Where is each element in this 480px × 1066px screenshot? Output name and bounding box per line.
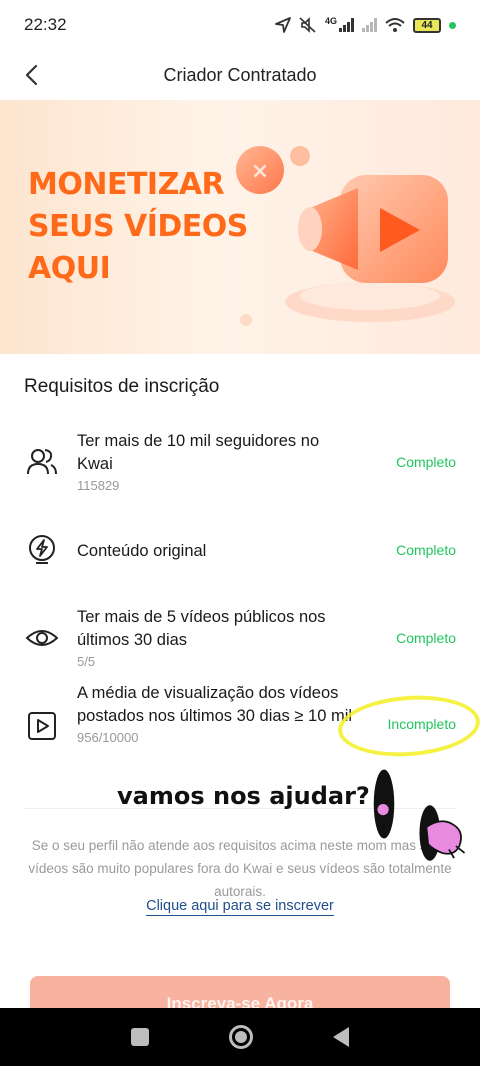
privacy-dot-icon: [449, 21, 456, 29]
banner-line-2: SEUS VÍDEOS: [28, 209, 248, 244]
users-icon: [27, 449, 57, 475]
requirement-row: Conteúdo original Completo: [0, 534, 480, 568]
requirement-status: Completo: [396, 542, 456, 558]
section-title: Requisitos de inscrição: [24, 376, 220, 397]
back-arrow-icon[interactable]: [20, 62, 46, 88]
status-time: 22:32: [24, 15, 67, 34]
banner-headline: MONETIZAR SEUS VÍDEOS AQUI: [28, 164, 248, 290]
back-icon[interactable]: [333, 1027, 349, 1047]
overlay-caption: vamos nos ajudar?: [117, 782, 370, 810]
info-text: Se o seu perfil não atende aos requisito…: [28, 838, 452, 899]
signal-strength-icon: [339, 18, 354, 32]
requirement-value: 956/10000: [77, 730, 139, 745]
requirement-title: Conteúdo original: [77, 542, 207, 560]
banner-line-1: MONETIZAR: [28, 167, 225, 202]
requirement-status: Completo: [396, 630, 456, 646]
wifi-icon: [385, 18, 405, 32]
banner-line-3: AQUI: [28, 251, 111, 286]
status-icons: 4G 44: [275, 16, 456, 33]
signup-link[interactable]: Clique aqui para se inscrever: [0, 898, 480, 916]
home-icon[interactable]: [229, 1025, 253, 1049]
requirement-row: Ter mais de 5 vídeos públicos nos último…: [0, 606, 480, 670]
requirement-title: Ter mais de 10 mil seguidores no Kwai: [77, 432, 320, 473]
monetize-banner: MONETIZAR SEUS VÍDEOS AQUI ×: [0, 100, 480, 354]
requirement-status: Completo: [396, 454, 456, 470]
network-type: 4G: [324, 16, 337, 26]
signup-link-label[interactable]: Clique aqui para se inscrever: [146, 898, 334, 916]
hole-sticker-icon: [373, 769, 395, 839]
svg-text:×: ×: [251, 159, 269, 184]
bolt-circle-icon: [29, 535, 55, 564]
character-peeking-sticker-icon: [419, 805, 466, 861]
requirement-row: Ter mais de 10 mil seguidores no Kwai 11…: [0, 430, 480, 496]
requirement-value: 115829: [77, 478, 120, 493]
requirement-title: A média de visualização dos vídeos posta…: [77, 684, 353, 725]
mute-icon: [299, 17, 316, 33]
megaphone-play-illustration: ×: [236, 146, 455, 326]
page-header: Criador Contratado: [0, 50, 480, 100]
requirement-value: 5/5: [77, 654, 96, 669]
page-title: Criador Contratado: [163, 64, 317, 85]
play-square-icon: [28, 712, 56, 740]
recents-icon[interactable]: [131, 1028, 149, 1046]
signal-weak-icon: [362, 18, 377, 32]
battery-icon: 44: [413, 17, 441, 33]
requirement-title: Ter mais de 5 vídeos públicos nos último…: [77, 608, 326, 649]
status-bar: 22:32 4G 44: [0, 0, 480, 50]
location-arrow-icon: [275, 17, 291, 33]
system-nav-bar: [0, 1008, 480, 1066]
eye-icon: [26, 630, 58, 646]
